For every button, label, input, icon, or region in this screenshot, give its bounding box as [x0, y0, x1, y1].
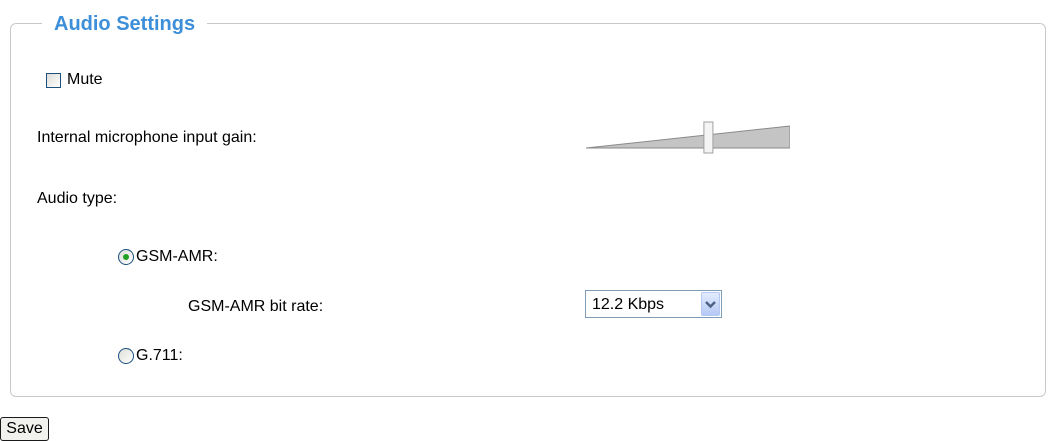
radio-selected-dot: [123, 254, 129, 260]
gsm-amr-bitrate-select[interactable]: 12.2 Kbps: [585, 290, 722, 318]
dropdown-button[interactable]: [701, 292, 720, 316]
gsm-amr-label[interactable]: GSM-AMR:: [136, 247, 218, 267]
slider-track: [586, 125, 790, 149]
mute-checkbox[interactable]: [46, 73, 61, 88]
gsm-amr-radio[interactable]: [118, 249, 134, 265]
chevron-down-icon: [705, 301, 716, 309]
g711-radio[interactable]: [118, 348, 134, 364]
audio-type-label: Audio type:: [37, 190, 118, 207]
gsm-amr-bitrate-label: GSM-AMR bit rate:: [188, 298, 324, 315]
save-button[interactable]: Save: [0, 417, 49, 441]
section-title: Audio Settings: [42, 11, 208, 37]
gain-label: Internal microphone input gain:: [37, 129, 257, 146]
audio-settings-fieldset: [10, 23, 1046, 397]
slider-thumb[interactable]: [703, 121, 714, 154]
gain-slider[interactable]: [586, 120, 790, 156]
g711-label[interactable]: G.711:: [136, 346, 183, 366]
bitrate-value: 12.2 Kbps: [592, 296, 665, 313]
mute-label[interactable]: Mute: [67, 70, 103, 90]
